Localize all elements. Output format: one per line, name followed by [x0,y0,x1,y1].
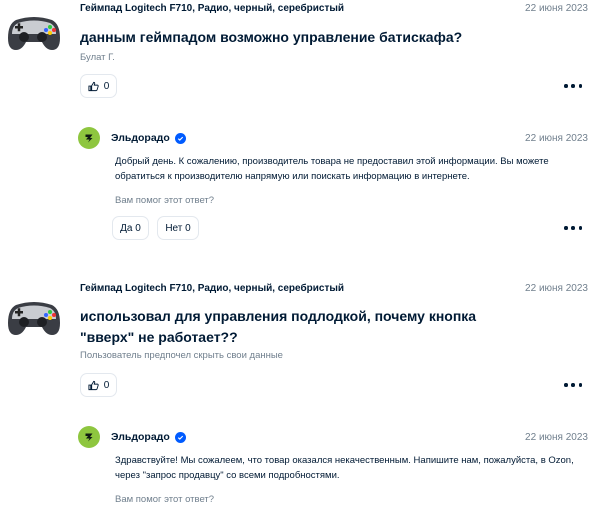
helpful-prompt: Вам помог этот ответ? [115,195,215,206]
thumbs-up-icon [88,81,99,91]
question-text: использовал для управления подлодкой, по… [80,308,477,345]
seller-name[interactable]: Эльдорадо [111,431,186,443]
thumbs-up-icon [88,380,99,390]
more-dots-icon[interactable] [564,382,582,388]
eldorado-logo [78,127,100,149]
product-name[interactable]: Геймпад Logitech F710, Радио, черный, се… [80,283,344,294]
vote-yes-button[interactable]: Да 0 [112,216,149,240]
like-count: 0 [103,80,110,92]
answer-date: 22 июня 2023 [525,133,588,144]
product-thumbnail[interactable] [6,10,62,54]
vote-no-button[interactable]: Нет 0 [157,216,199,240]
answer-date: 22 июня 2023 [525,432,588,443]
product-name[interactable]: Геймпад Logitech F710, Радио, черный, се… [80,3,344,14]
more-dots-icon[interactable] [564,83,582,89]
helpful-prompt: Вам помог этот ответ? [115,494,215,505]
eldorado-logo [78,426,100,448]
product-thumbnail[interactable] [6,295,62,339]
seller-label: Эльдорадо [111,431,170,443]
like-count: 0 [103,379,110,391]
more-dots-icon[interactable] [564,225,582,231]
answer-text: Добрый день. К сожалению, производитель … [115,156,549,182]
question-author: Пользователь предпочел скрыть свои данны… [80,350,283,361]
verified-check-icon [174,431,186,443]
question-date: 22 июня 2023 [525,283,588,294]
question-author: Булат Г. [80,52,115,63]
question-date: 22 июня 2023 [525,3,588,14]
question-text: данным геймпадом возможно управление бат… [80,29,463,45]
answer-text: Здравствуйте! Мы сожалеем, что товар ока… [115,455,574,481]
verified-check-icon [174,132,186,144]
seller-name[interactable]: Эльдорадо [111,132,186,144]
like-button[interactable]: 0 [80,74,117,98]
seller-label: Эльдорадо [111,132,170,144]
like-button[interactable]: 0 [80,373,117,397]
